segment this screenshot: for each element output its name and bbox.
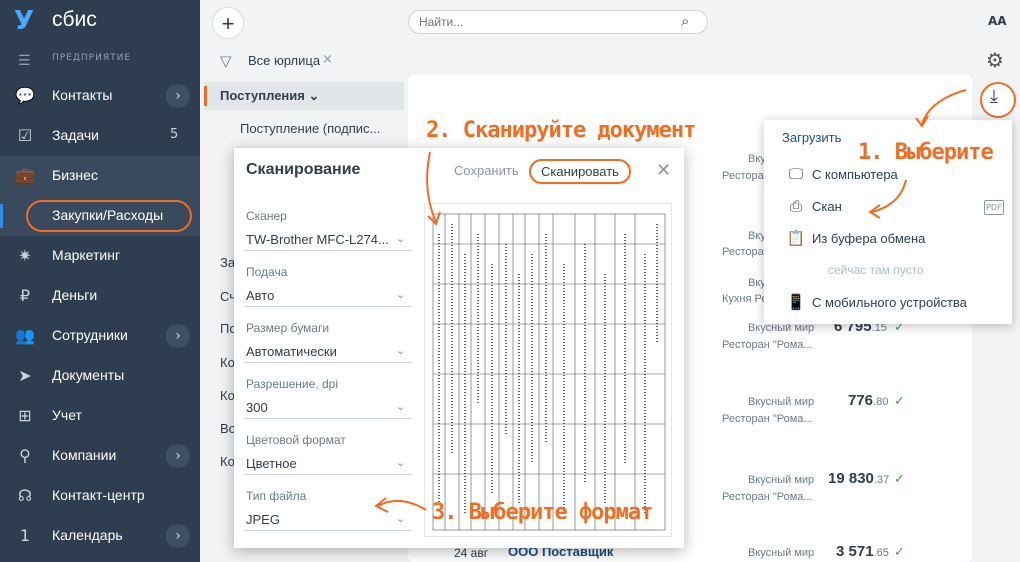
annotation-arrows bbox=[374, 89, 967, 513]
